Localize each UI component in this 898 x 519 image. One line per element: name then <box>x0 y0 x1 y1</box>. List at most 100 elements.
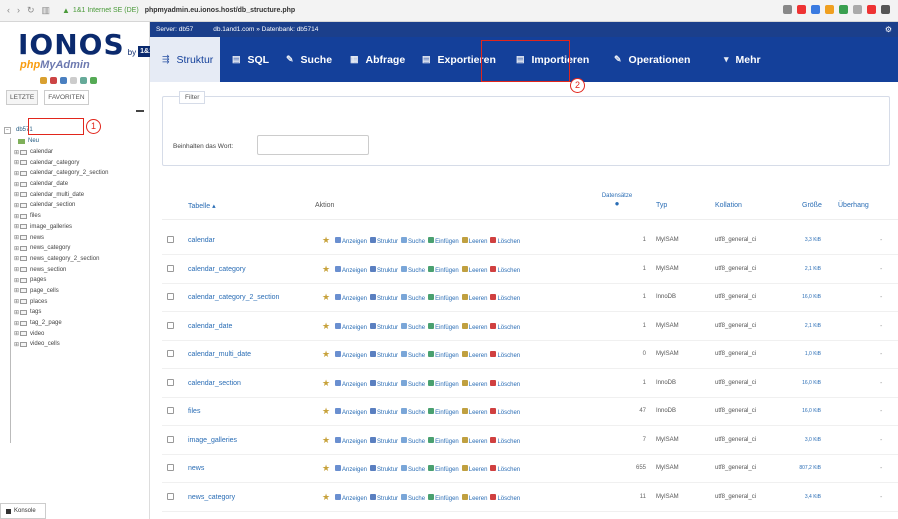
header-collation[interactable]: Kollation <box>715 202 742 209</box>
tree-table-label[interactable]: calendar <box>30 149 53 155</box>
action-löschen[interactable]: Löschen <box>490 493 520 502</box>
tree-table-item[interactable]: ⊞ places <box>4 296 150 307</box>
table-name-link[interactable]: news <box>188 465 204 472</box>
action-label[interactable]: Löschen <box>497 410 520 416</box>
action-label[interactable]: Anzeigen <box>342 239 367 245</box>
action-anzeigen[interactable]: Anzeigen <box>335 351 367 359</box>
tree-table-item[interactable]: ⊞ calendar_section <box>4 200 150 211</box>
action-suche[interactable]: Suche <box>401 408 425 416</box>
action-label[interactable]: Suche <box>408 382 425 388</box>
row-checkbox[interactable] <box>167 435 174 443</box>
action-anzeigen[interactable]: Anzeigen <box>335 294 367 302</box>
favorite-star-icon[interactable]: ★ <box>322 492 330 503</box>
action-label[interactable]: Einfügen <box>435 353 459 359</box>
extension-icon[interactable] <box>797 5 806 14</box>
action-label[interactable]: Leeren <box>469 410 488 416</box>
action-label[interactable]: Einfügen <box>435 268 459 274</box>
action-label[interactable]: Löschen <box>497 239 520 245</box>
action-label[interactable]: Leeren <box>469 296 488 302</box>
header-size[interactable]: Größe <box>802 202 822 209</box>
tree-table-label[interactable]: calendar_multi_date <box>30 192 84 198</box>
table-name-link[interactable]: calendar_category <box>188 266 246 273</box>
action-löschen[interactable]: Löschen <box>490 379 520 388</box>
action-label[interactable]: Einfügen <box>435 296 459 302</box>
action-label[interactable]: Leeren <box>469 439 488 445</box>
expand-icon[interactable]: ⊞ <box>14 287 19 294</box>
action-label[interactable]: Löschen <box>497 325 520 331</box>
action-leeren[interactable]: Leeren <box>461 237 487 245</box>
sidebar-toggle-icon[interactable]: ▥ <box>42 5 51 16</box>
tree-table-label[interactable]: pages <box>30 277 46 283</box>
action-struktur[interactable]: Struktur <box>370 351 398 359</box>
home-icon[interactable] <box>40 77 47 84</box>
action-suche[interactable]: Suche <box>401 379 425 388</box>
action-löschen[interactable]: Löschen <box>490 465 520 473</box>
action-anzeigen[interactable]: Anzeigen <box>335 237 367 245</box>
reload-nav-icon[interactable] <box>90 77 97 84</box>
expand-icon[interactable]: ⊞ <box>14 320 19 327</box>
console-toggle[interactable]: Konsole <box>0 503 46 519</box>
tree-table-label[interactable]: page_cells <box>30 288 59 294</box>
row-checkbox[interactable] <box>167 264 174 272</box>
console-label[interactable]: Konsole <box>14 508 36 514</box>
filter-input[interactable] <box>257 135 369 155</box>
action-label[interactable]: Suche <box>408 353 425 359</box>
tree-table-label[interactable]: news_category_2_section <box>30 256 99 262</box>
action-label[interactable]: Anzeigen <box>342 467 367 473</box>
row-checkbox[interactable] <box>167 350 174 357</box>
action-label[interactable]: Einfügen <box>435 496 459 502</box>
expand-icon[interactable]: ⊞ <box>14 223 19 230</box>
action-struktur[interactable]: Struktur <box>370 322 398 331</box>
row-checkbox[interactable] <box>167 293 174 300</box>
action-struktur[interactable]: Struktur <box>370 408 398 416</box>
action-einfügen[interactable]: Einfügen <box>428 379 459 388</box>
action-leeren[interactable]: Leeren <box>461 379 488 388</box>
action-label[interactable]: Leeren <box>469 268 488 274</box>
action-label[interactable]: Leeren <box>469 382 488 388</box>
expand-icon[interactable]: ⊞ <box>14 181 19 188</box>
table-size-link[interactable]: 2,1 KiB <box>795 266 821 272</box>
action-label[interactable]: Struktur <box>377 496 398 502</box>
table-name-link[interactable]: image_galleries <box>188 437 237 444</box>
action-anzeigen[interactable]: Anzeigen <box>335 436 367 445</box>
action-label[interactable]: Struktur <box>377 467 398 473</box>
action-leeren[interactable]: Leeren <box>461 351 487 359</box>
tab-sql[interactable]: ▤ SQL <box>220 37 274 82</box>
action-label[interactable]: Suche <box>408 268 425 274</box>
action-suche[interactable]: Suche <box>401 322 425 331</box>
ionos-logo[interactable]: IONOS by 1&1 <box>18 28 155 61</box>
header-table-name[interactable]: Tabelle ▴ <box>188 202 216 210</box>
tab-label[interactable]: Abfrage <box>366 54 406 66</box>
favorite-star-icon[interactable]: ★ <box>322 292 330 303</box>
tab-struktur[interactable]: ⇶ Struktur <box>150 37 220 82</box>
tab-favorites[interactable]: FAVORITEN <box>44 90 89 105</box>
tree-table-item[interactable]: ⊞ video <box>4 328 150 339</box>
table-size-link[interactable]: 16,0 KiB <box>795 380 821 386</box>
action-label[interactable]: Leeren <box>469 496 488 502</box>
new-label[interactable]: Neu <box>28 138 39 144</box>
action-label[interactable]: Suche <box>408 410 425 416</box>
tree-table-item[interactable]: ⊞ calendar_category_2_section <box>4 168 150 179</box>
row-checkbox[interactable] <box>167 236 174 243</box>
action-löschen[interactable]: Löschen <box>490 237 520 245</box>
tab-abfrage[interactable]: ▦ Abfrage <box>338 37 410 82</box>
row-checkbox[interactable] <box>167 321 174 329</box>
tab-label[interactable]: SQL <box>248 54 270 66</box>
action-label[interactable]: Anzeigen <box>342 325 367 331</box>
action-struktur[interactable]: Struktur <box>370 265 398 274</box>
action-suche[interactable]: Suche <box>401 465 425 473</box>
action-label[interactable]: Löschen <box>497 467 520 473</box>
table-name-link[interactable]: calendar_section <box>188 380 241 387</box>
sql-docs-icon[interactable] <box>70 77 77 84</box>
action-label[interactable]: Anzeigen <box>342 296 367 302</box>
tree-table-item[interactable]: ⊞ news_section <box>4 264 150 275</box>
gear-icon[interactable]: ⚙ <box>885 25 892 34</box>
row-checkbox[interactable] <box>167 378 174 386</box>
forward-icon[interactable]: › <box>17 5 20 16</box>
header-overhead[interactable]: Überhang <box>838 202 869 209</box>
table-name-link[interactable]: files <box>188 408 200 415</box>
row-checkbox[interactable] <box>167 407 174 414</box>
expand-icon[interactable]: ⊞ <box>14 245 19 252</box>
sort-icon[interactable]: ▴ <box>212 203 216 210</box>
action-anzeigen[interactable]: Anzeigen <box>335 265 367 274</box>
